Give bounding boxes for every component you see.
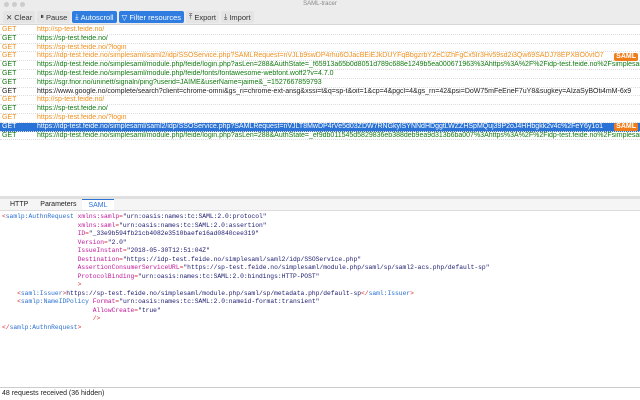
request-url: https://idp-test.feide.no/simplesaml/mod… (37, 69, 334, 77)
request-row[interactable]: GET https://idp-test.feide.no/simplesaml/… (0, 61, 640, 70)
request-row[interactable]: GET https://idp-test.feide.no/simplesaml/… (0, 132, 640, 141)
tab-parameters[interactable]: Parameters (34, 199, 82, 210)
xml-token: "2018-05-30T12:51:04Z" (126, 247, 210, 254)
filter-resources-button[interactable]: ▽ Filter resources (118, 11, 184, 23)
toolbar: ✕ Clear ⏸ Pause ⤓ Autoscroll ▽ Filter resour… (0, 10, 640, 25)
pause-icon: ⏸ (40, 12, 44, 21)
xml-token: Destination (77, 255, 120, 263)
request-row[interactable]: GET https://sp-test.feide.no/ (0, 35, 640, 44)
request-url: http://sp-test.feide.no/ (37, 96, 105, 104)
xml-token: samlp:AuthnRequest (5, 213, 74, 220)
xml-token: "https://sp-test.feide.no/simplesaml/mod… (183, 264, 490, 271)
xml-token: "https://idp-test.feide.no/simplesaml/sa… (122, 255, 361, 263)
xml-token: samlp:AuthnRequest (9, 323, 78, 331)
tab-http[interactable]: HTTP (4, 199, 34, 210)
request-url: http://sp-test.feide.no/ (37, 26, 105, 33)
request-method: GET (2, 122, 17, 130)
clear-button[interactable]: ✕ Clear (3, 11, 36, 23)
pause-button[interactable]: ⏸ Pause (37, 11, 71, 23)
xml-token: "urn:oasis:names:tc:SAML:2.0:bindings:HT… (138, 272, 320, 280)
request-method: GET (2, 96, 17, 104)
xml-token: xmlns:saml (77, 221, 116, 229)
filter-icon: ▽ (121, 12, 128, 22)
xml-token: samlp:NameIDPolicy (20, 298, 89, 305)
request-url: https://www.google.no/complete/search?cl… (37, 87, 632, 95)
xml-token: saml:Issuer (368, 289, 411, 297)
xml-token: "urn:oasis:names:tc:SAML:2.0:assertion" (119, 221, 267, 229)
xml-token: "_33e9b594fb21cb4082e3510baefe16ad0840ce… (88, 230, 259, 237)
download-arrow-icon: ⤓ (75, 12, 79, 21)
request-url: https://sp-test.feide.no/ (37, 34, 108, 42)
xml-token: Format (92, 298, 116, 305)
request-url: https://sp-test.feide.no/ (37, 105, 108, 113)
xml-token: AssertionConsumerServiceURL (77, 264, 180, 271)
xml-token: "true" (138, 306, 161, 314)
saml-badge: SAML (614, 123, 638, 132)
request-method: GET (2, 52, 17, 60)
xml-token: "urn:oasis:names:tc:SAML:2.0:protocol" (122, 213, 267, 220)
request-url: https://idp-test.feide.no/simplesaml/mod… (37, 61, 640, 69)
request-row[interactable]: GET http://sp-test.feide.no/ (0, 96, 640, 106)
request-row[interactable]: GET https://www.google.no/complete/search… (0, 88, 640, 97)
export-button[interactable]: ⤒ Export (186, 11, 220, 23)
request-row[interactable]: GET https://idp-test.feide.no/simplesaml/… (0, 122, 640, 132)
request-row[interactable]: GET https://idp-test.feide.no/simplesaml/… (0, 70, 640, 79)
xml-token: ProtocolBinding (77, 272, 135, 280)
xml-token: "urn:oasis:names:tc:SAML:2.0:nameid-form… (119, 298, 320, 305)
saml-badge: SAML (614, 52, 638, 61)
xml-token: IssueInstant (77, 247, 123, 254)
request-method: GET (2, 34, 17, 42)
request-method: GET (2, 131, 17, 139)
import-button[interactable]: ⤓ Import (221, 11, 254, 23)
xml-token: "2.0" (107, 238, 127, 246)
request-method: GET (2, 78, 17, 86)
request-url: https://idp-test.feide.no/simplesaml/sam… (37, 122, 604, 130)
request-method: GET (2, 26, 17, 33)
saml-xml-view: <samlp:AuthnRequest xmlns:samlp="urn:oas… (2, 213, 490, 331)
xml-token: https://sp-test.feide.no/simplesaml/modu… (66, 289, 362, 297)
xml-token: saml:Issuer (20, 289, 63, 297)
xml-token: AllowCreate (92, 306, 135, 314)
request-url: https://sp-test.feide.no/?login (37, 113, 127, 121)
request-url: https://sgr.fnor.no/uninett/signaln/ping… (37, 78, 322, 86)
tab-saml[interactable]: SAML (82, 199, 114, 210)
request-row[interactable]: GET http://sp-test.feide.no/ (0, 26, 640, 35)
window-title: SAML-tracer (303, 1, 337, 7)
request-url: https://idp-test.feide.no/simplesaml/sam… (37, 52, 604, 60)
xml-token: ID (77, 230, 86, 237)
xml-token: xmlns:samlp (77, 213, 120, 220)
xml-token: Version (77, 238, 105, 246)
request-method: GET (2, 61, 17, 69)
request-method: GET (2, 105, 17, 113)
request-method: GET (2, 43, 17, 51)
autoscroll-button[interactable]: ⤓ Autoscroll (72, 11, 117, 23)
download-icon: ⤓ (224, 12, 228, 21)
request-method: GET (2, 87, 17, 95)
request-url: https://sp-test.feide.no/?login (37, 43, 127, 51)
status-bar: 48 requests received (36 hidden) (0, 387, 640, 400)
title-bar: SAML-tracer (0, 0, 640, 10)
request-url: https://idp-test.feide.no/simplesaml/mod… (37, 131, 640, 139)
x-icon: ✕ (6, 12, 13, 22)
request-row[interactable]: GET https://sgr.fnor.no/uninett/signaln/p… (0, 79, 640, 88)
request-method: GET (2, 113, 17, 121)
request-method: GET (2, 69, 17, 77)
request-list: GET http://sp-test.feide.no/GET https://sp… (0, 26, 640, 144)
request-row[interactable]: GET https://sp-test.feide.no/ (0, 105, 640, 114)
request-row[interactable]: GET https://sp-test.feide.no/?login (0, 114, 640, 123)
request-row[interactable]: GET https://idp-test.feide.no/simplesaml/… (0, 52, 640, 62)
upload-icon: ⤒ (189, 12, 193, 21)
request-row[interactable]: GET https://sp-test.feide.no/?login (0, 44, 640, 53)
detail-tabs: HTTP Parameters SAML (0, 199, 640, 211)
